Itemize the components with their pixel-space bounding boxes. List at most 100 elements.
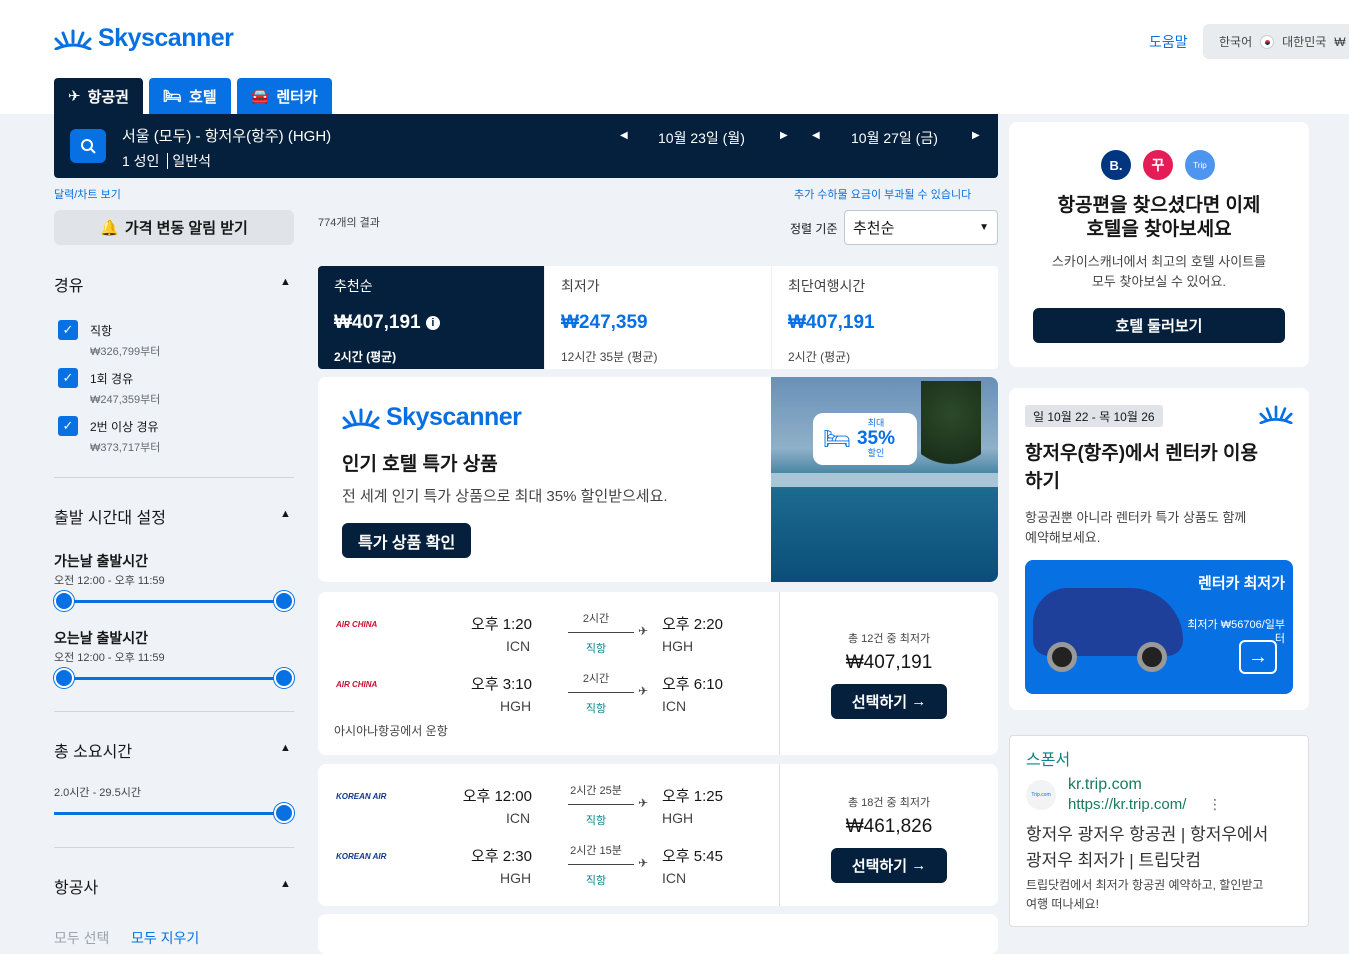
passenger-cabin[interactable]: 1 성인 일반석 (122, 151, 211, 171)
outbound-time-label: 가는날 출발시간 (54, 553, 149, 569)
bell-icon: 🔔 (100, 219, 119, 237)
arrive-airport: ICN (662, 870, 687, 886)
next-depart-date-button[interactable]: ▶ (780, 130, 788, 141)
promo-cta-button[interactable]: 특가 상품 확인 (342, 523, 472, 558)
price-panel: 총 12건 중 최저가 ₩407,191 선택하기 → (780, 592, 998, 755)
select-flight-button[interactable]: 선택하기 → (831, 848, 947, 883)
select-flight-button[interactable]: 선택하기 → (831, 684, 947, 719)
slider-min-handle[interactable] (54, 668, 74, 688)
car-card-title: 항저우(항주)에서 렌터카 이용 하기 (1025, 443, 1258, 492)
depart-date[interactable]: 10월 23일 (월) (658, 128, 745, 148)
leg-stops: 직항 (585, 643, 607, 655)
leg-stops: 직항 (585, 815, 607, 827)
slider-max-handle[interactable] (274, 591, 294, 611)
flight-result-card[interactable] (318, 914, 998, 954)
checkbox-one-stop[interactable]: ✓ (58, 368, 78, 388)
checkbox-two-plus-stops[interactable]: ✓ (58, 416, 78, 436)
ad-url[interactable]: https://kr.trip.com/ (1068, 796, 1186, 813)
price-alert-button[interactable]: 🔔 가격 변동 알림 받기 (54, 210, 294, 245)
trip-favicon: Trip.com (1026, 780, 1056, 810)
flight-price: ₩461,826 (845, 816, 933, 837)
sort-tab-sub: 12시간 35분 (평균) (561, 350, 658, 364)
hotels-partner-logo: 꾸 (1143, 150, 1173, 180)
help-link[interactable]: 도움말 (1149, 32, 1188, 52)
duration-slider-track[interactable] (54, 812, 284, 815)
leg-line (568, 864, 634, 865)
plane-icon: ✈ (638, 624, 649, 638)
skyscanner-sun-icon (54, 29, 92, 50)
arrow-right-icon: → (911, 693, 927, 710)
arrow-right-icon[interactable]: → (1239, 640, 1277, 674)
car-banner-title: 렌터카 최저가 (1198, 575, 1285, 592)
tab-hotels[interactable]: 🛏 호텔 (148, 78, 231, 114)
hotel-promo-card: Skyscanner 인기 호텔 특가 상품 전 세계 인기 특가 상품으로 최… (318, 377, 998, 582)
chevron-up-icon[interactable]: ▲ (280, 508, 291, 520)
route-text[interactable]: 서울 (모두) - 항저우(항주) (HGH) (122, 125, 331, 146)
palm-tree (921, 381, 981, 491)
flight-result-card[interactable]: AIR CHINA 오후 1:20 ICN 2시간 ✈ 직항 오후 2:20 H… (318, 592, 998, 755)
car-card-desc: 항공권뿐 아니라 렌터카 특가 상품도 함께 예약해보세요. (1025, 510, 1247, 545)
plane-icon: ✈ (638, 856, 649, 870)
price-panel: 총 18건 중 최저가 ₩461,826 선택하기 → (780, 764, 998, 906)
divider (54, 477, 294, 478)
skyscanner-logo[interactable]: Skyscanner (54, 24, 234, 53)
depart-time: 오후 3:10 (471, 676, 532, 693)
stops-option-label: 2번 이상 경유 (90, 420, 159, 434)
pool-photo: 🛏 최대 35% 할인 (771, 377, 998, 582)
next-return-date-button[interactable]: ▶ (972, 130, 980, 141)
sort-tab-sub: 2시간 (평균) (334, 350, 397, 364)
promo-desc: 전 세계 인기 특가 상품으로 최대 35% 할인받으세요. (342, 488, 668, 505)
tab-flights[interactable]: ✈ 항공권 (54, 78, 143, 114)
sort-tab-best[interactable]: 추천순 ₩407,191 i 2시간 (평균) (318, 266, 545, 369)
locale-selector[interactable]: 한국어 대한민국 ₩ (1203, 24, 1349, 59)
prev-depart-date-button[interactable]: ◀ (620, 130, 628, 141)
results-count: 774개의 결과 (318, 217, 380, 229)
flight-legs: KOREAN AIR 오후 12:00 ICN 2시간 25분 ✈ 직항 오후 … (318, 764, 780, 906)
calendar-view-link[interactable]: 달력/차트 보기 (54, 186, 121, 202)
outbound-time-slider-track[interactable] (64, 600, 284, 603)
sort-tab-price: ₩247,359 (561, 312, 648, 333)
ad-headline[interactable]: 항저우 광저우 항공권 | 항저우에서 광저우 최저가 | 트립닷컴 (1026, 822, 1268, 873)
chevron-up-icon[interactable]: ▲ (280, 878, 291, 890)
leg-duration: 2시간 (582, 613, 610, 625)
car-hire-card[interactable]: 일 10월 22 - 목 10월 26 항저우(항주)에서 렌터카 이용 하기 … (1009, 388, 1309, 710)
slider-max-handle[interactable] (274, 668, 294, 688)
baggage-fees-link[interactable]: 추가 수하물 요금이 부과될 수 있습니다 (794, 186, 971, 202)
chevron-up-icon[interactable]: ▲ (280, 276, 291, 288)
sort-tab-fastest[interactable]: 최단여행시간 ₩407,191 2시간 (평균) (772, 266, 998, 369)
language-label: 한국어 (1219, 35, 1253, 49)
badge-bottom: 할인 (867, 448, 885, 459)
search-summary-bar: 서울 (모두) - 항저우(항주) (HGH) 1 성인 일반석 ◀ 10월 2… (54, 114, 998, 178)
slider-min-handle[interactable] (54, 591, 74, 611)
sort-label: 정렬 기준 (790, 222, 838, 236)
bed-icon: 🛏 (162, 88, 183, 105)
select-all-link[interactable]: 모두 선택 (54, 928, 109, 948)
booking-logo: B. (1101, 150, 1131, 180)
arrive-time: 오후 2:20 (662, 616, 723, 633)
sort-tab-cheapest[interactable]: 최저가 ₩247,359 12시간 35분 (평균) (545, 266, 772, 369)
chevron-up-icon[interactable]: ▲ (280, 742, 291, 754)
more-options-icon[interactable]: ⋮ (1208, 796, 1222, 813)
sponsored-ad[interactable]: 스폰서 Trip.com kr.trip.com https://kr.trip… (1009, 735, 1309, 927)
prev-return-date-button[interactable]: ◀ (812, 130, 820, 141)
clear-all-link[interactable]: 모두 지우기 (131, 928, 199, 948)
car-hire-banner[interactable]: 렌터카 최저가 최저가 ₩56706/일부터 → (1025, 560, 1293, 694)
sort-tab-name: 최저가 (561, 278, 600, 294)
flight-legs: AIR CHINA 오후 1:20 ICN 2시간 ✈ 직항 오후 2:20 H… (318, 592, 780, 755)
ad-domain[interactable]: kr.trip.com (1068, 776, 1142, 794)
divider (54, 711, 294, 712)
browse-hotels-button[interactable]: 호텔 둘러보기 (1033, 308, 1285, 343)
flight-result-card[interactable]: KOREAN AIR 오후 12:00 ICN 2시간 25분 ✈ 직항 오후 … (318, 764, 998, 906)
sort-select[interactable]: 추천순 ▼ (844, 210, 998, 245)
return-time-slider-track[interactable] (64, 677, 284, 680)
checkbox-direct[interactable]: ✓ (58, 320, 78, 340)
leg-line (568, 692, 634, 693)
slider-max-handle[interactable] (274, 803, 294, 823)
leg-stops: 직항 (585, 875, 607, 887)
return-date[interactable]: 10월 27일 (금) (851, 128, 938, 148)
search-button[interactable] (70, 129, 106, 163)
depart-airport: ICN (506, 810, 531, 826)
skyscanner-sun-icon (1259, 405, 1293, 424)
tab-car-hire[interactable]: 🚘 렌터카 (236, 78, 332, 114)
info-icon[interactable]: i (425, 315, 440, 330)
